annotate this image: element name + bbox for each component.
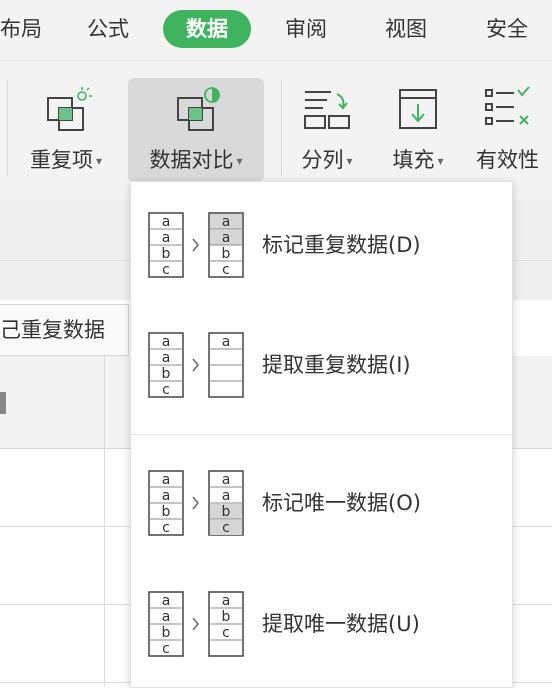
svg-text:a: a	[222, 230, 231, 246]
svg-text:a: a	[162, 334, 171, 350]
extract-unique-icon: aabcabc	[147, 590, 247, 664]
svg-text:a: a	[222, 334, 231, 350]
tab-layout[interactable]: 布局	[0, 10, 56, 48]
chevron-down-icon: ▾	[346, 154, 353, 168]
fill-label: 填充	[392, 148, 435, 172]
svg-text:c: c	[222, 262, 230, 278]
svg-text:a: a	[222, 472, 231, 488]
svg-text:b: b	[162, 504, 171, 520]
svg-text:c: c	[162, 520, 170, 536]
menu-item-mark-duplicates[interactable]: aabcaabc 标记重复数据(D)	[131, 185, 512, 305]
mark-unique-icon: aabcaabc	[147, 469, 247, 543]
svg-text:b: b	[162, 366, 171, 382]
menu-item-label: 标记重复数据(D)	[262, 233, 421, 257]
split-columns-icon	[301, 86, 353, 138]
tab-security[interactable]: 安全	[475, 10, 539, 48]
svg-text:c: c	[222, 520, 230, 536]
duplicates-label: 重复项	[29, 148, 93, 172]
svg-text:a: a	[162, 230, 171, 246]
grid-column-line	[104, 356, 105, 686]
svg-text:b: b	[162, 625, 171, 641]
tab-formula[interactable]: 公式	[76, 10, 140, 48]
svg-text:c: c	[222, 625, 230, 641]
data-compare-icon	[168, 86, 224, 138]
tab-review[interactable]: 审阅	[274, 10, 338, 48]
data-compare-button[interactable]: 数据对比 ▾	[128, 78, 264, 182]
ribbon-separator	[281, 80, 282, 176]
svg-text:a: a	[222, 593, 231, 609]
grid-header-glyph	[0, 392, 6, 414]
fill-button[interactable]: 填充 ▾	[378, 78, 458, 182]
menu-separator	[131, 434, 512, 435]
menu-item-label: 标记唯一数据(O)	[262, 491, 421, 515]
validity-button[interactable]: 有效性	[470, 78, 552, 182]
chevron-down-icon: ▾	[437, 154, 444, 168]
data-compare-dropdown: aabcaabc 标记重复数据(D) aabca 提取重复数据(I) aabca…	[130, 181, 513, 688]
tab-view[interactable]: 视图	[374, 10, 438, 48]
validity-icon	[482, 86, 534, 138]
tab-data[interactable]: 数据	[163, 10, 251, 48]
svg-text:b: b	[222, 609, 231, 625]
ribbon-top-divider	[0, 60, 552, 61]
duplicates-icon	[40, 86, 92, 138]
svg-text:a: a	[162, 214, 171, 230]
svg-text:a: a	[162, 350, 171, 366]
svg-text:b: b	[162, 246, 171, 262]
menu-item-label: 提取重复数据(I)	[262, 353, 411, 377]
validity-label: 有效性	[476, 148, 539, 172]
chevron-down-icon: ▾	[95, 154, 103, 168]
menu-item-label: 提取唯一数据(U)	[262, 612, 420, 636]
svg-text:a: a	[222, 488, 231, 504]
chevron-down-icon: ▾	[236, 154, 243, 168]
svg-text:a: a	[162, 593, 171, 609]
split-columns-button[interactable]: 分列 ▾	[288, 78, 366, 182]
svg-text:c: c	[162, 382, 170, 398]
data-compare-label: 数据对比	[149, 148, 234, 172]
mark-duplicates-icon: aabcaabc	[147, 211, 247, 285]
svg-text:c: c	[162, 262, 170, 278]
menu-item-extract-duplicates[interactable]: aabca 提取重复数据(I)	[131, 305, 512, 425]
fill-icon	[394, 86, 442, 138]
menu-item-extract-unique[interactable]: aabcabc 提取唯一数据(U)	[131, 564, 512, 684]
svg-text:c: c	[162, 641, 170, 657]
svg-text:a: a	[222, 214, 231, 230]
svg-text:b: b	[222, 504, 231, 520]
name-box[interactable]: 己重复数据	[0, 304, 129, 356]
menu-bar: 布局 公式 数据 审阅 视图 安全	[0, 0, 552, 60]
svg-text:a: a	[162, 488, 171, 504]
duplicates-button[interactable]: 重复项 ▾	[16, 78, 116, 182]
ribbon-separator	[7, 80, 8, 176]
svg-text:a: a	[162, 472, 171, 488]
svg-text:b: b	[222, 246, 231, 262]
menu-item-mark-unique[interactable]: aabcaabc 标记唯一数据(O)	[131, 443, 512, 563]
extract-duplicates-icon: aabca	[147, 331, 247, 405]
svg-text:a: a	[162, 609, 171, 625]
split-columns-label: 分列	[301, 148, 344, 172]
